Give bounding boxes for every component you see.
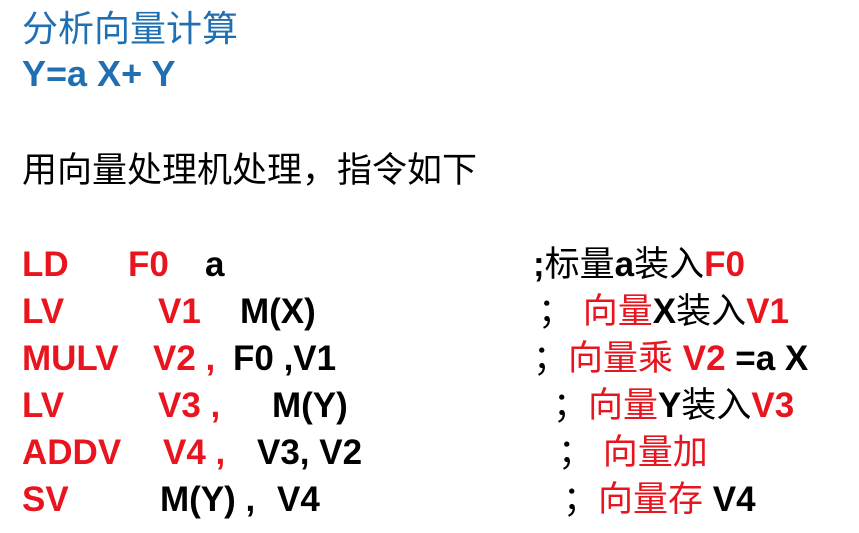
comment: ； 向量加 [558, 429, 708, 477]
comment-part: ； [558, 433, 594, 473]
intro-text: 用向量处理机处理，指令如下 [22, 151, 478, 191]
comment: ；向量乘 V2 =a X [533, 335, 808, 383]
comment-part: V3 [751, 386, 795, 425]
instruction-row: LV V3 , M(Y) ；向量Y装入V3 [0, 382, 859, 430]
comment-part: F0 [704, 245, 746, 284]
comment-part: a [614, 245, 635, 284]
operand-2: V4 [277, 480, 320, 519]
slide-title: 分析向量计算 [22, 9, 239, 50]
comment-part: ； [538, 292, 574, 332]
operand-2: V3, V2 [257, 433, 363, 472]
comment: ；向量Y装入V3 [553, 382, 794, 430]
operand-1: V3 , [158, 386, 221, 425]
comment-part: 向量乘 [568, 339, 674, 379]
comment-part [593, 433, 603, 472]
instruction-row: LD F0 a ;标量a装入F0 [0, 241, 859, 289]
comment-part: =a X [735, 339, 809, 378]
comment-part: 标量 [544, 245, 615, 285]
opcode: LV [22, 386, 65, 425]
comment: ； 向量X装入V1 [538, 288, 789, 336]
instruction-row: ADDV V4 , V3, V2 ； 向量加 [0, 429, 859, 477]
operand-2: a [205, 245, 225, 284]
comment-part: 向量加 [602, 433, 708, 473]
comment-part: X [652, 292, 677, 331]
comment-part: ; [533, 245, 545, 284]
formula: Y=a X+ Y [22, 53, 176, 94]
instruction-row: LV V1 M(X) ； 向量X装入V1 [0, 288, 859, 336]
operand-2: M(Y) [272, 386, 348, 425]
opcode: LV [22, 292, 65, 331]
instruction-row: MULV V2 , F0 ,V1 ；向量乘 V2 =a X [0, 335, 859, 383]
opcode: MULV [22, 339, 119, 378]
opcode: SV [22, 480, 69, 519]
comment-part: V1 [746, 292, 789, 331]
comment-part: ； [533, 339, 569, 379]
comment-part [573, 292, 583, 331]
operand-1: V1 [158, 292, 201, 331]
comment-part: 向量 [582, 292, 653, 332]
operand-1: V4 , [163, 433, 226, 472]
comment-part: ； [553, 386, 589, 426]
comment-part: 向量存 [598, 480, 704, 520]
comment-part: 装入 [634, 245, 705, 285]
opcode: LD [22, 245, 69, 284]
comment-part: 向量 [588, 386, 659, 426]
operand-1: M(Y) , [160, 480, 256, 519]
opcode: ADDV [22, 433, 122, 472]
comment-part: ； [563, 480, 599, 520]
operand-2: M(X) [240, 292, 316, 331]
operand-2: F0 ,V1 [233, 339, 337, 378]
comment: ；向量存 V4 [563, 476, 756, 524]
comment-part: 装入 [681, 386, 752, 426]
comment-part: Y [658, 386, 682, 425]
operand-1: V2 , [153, 339, 216, 378]
comment-part: 装入 [676, 292, 747, 332]
comment-part: V4 [703, 480, 756, 519]
instruction-row: SV M(Y) , V4 ；向量存 V4 [0, 476, 859, 524]
operand-1: F0 [128, 245, 169, 284]
comment-part: V2 [673, 339, 736, 378]
comment: ;标量a装入F0 [533, 241, 745, 289]
